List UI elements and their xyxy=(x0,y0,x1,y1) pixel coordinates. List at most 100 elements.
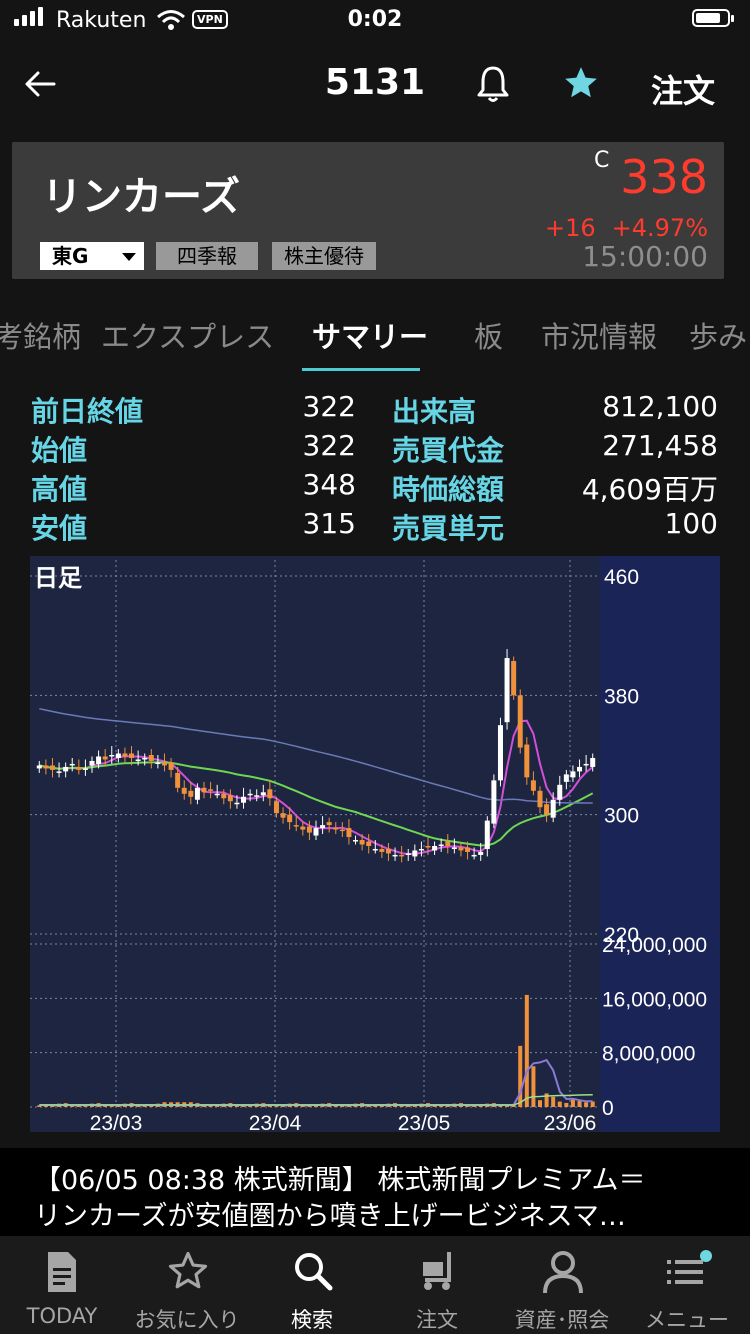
price-axis-label: 380 xyxy=(604,685,639,708)
bottom-tab-bar: TODAY お気に入り 検索 注文 資産･照会 メニュー xyxy=(0,1236,750,1334)
shikiho-button[interactable]: 四季報 xyxy=(156,242,258,270)
candle-body xyxy=(425,845,431,848)
candle-body xyxy=(148,755,154,761)
market-select[interactable]: 東G xyxy=(40,242,144,270)
candle-body xyxy=(524,744,530,778)
tab-related-stocks[interactable]: 考銘柄 xyxy=(0,314,81,356)
candle-body xyxy=(537,790,543,808)
news-ticker[interactable]: 【06/05 08:38 株式新聞】 株式新聞プレミアム＝ リンカーズが安値圏か… xyxy=(0,1148,750,1236)
price-change: +16 +4.97% xyxy=(529,214,708,242)
candle-body xyxy=(56,771,62,773)
candle-body xyxy=(76,766,82,770)
stat-label: 始値 xyxy=(31,434,88,467)
tab-trades[interactable]: 歩み xyxy=(689,314,747,356)
candle-body xyxy=(280,813,286,818)
candle-body xyxy=(129,753,135,758)
change-amount: +16 xyxy=(544,214,596,242)
chart-title: 日足 xyxy=(34,565,82,592)
candle-body xyxy=(142,757,148,760)
volume-bar xyxy=(564,1102,569,1107)
candle-body xyxy=(471,854,477,857)
price-axis-label: 300 xyxy=(604,805,639,828)
price-time: 15:00:00 xyxy=(582,240,708,273)
candle-body xyxy=(63,766,69,772)
current-price: 338 xyxy=(620,150,708,204)
search-icon xyxy=(295,1253,333,1291)
volume-bar xyxy=(577,1100,582,1107)
tabbar-assets[interactable]: 資産･照会 xyxy=(500,1236,624,1334)
stat-value: 4,609百万 xyxy=(581,473,718,506)
person-icon xyxy=(543,1251,583,1294)
candle-body xyxy=(359,840,365,845)
tabbar-label: メニュー xyxy=(645,1308,729,1332)
candle-body xyxy=(583,763,589,766)
clock: 0:02 xyxy=(347,7,403,32)
volume-axis-label: 16,000,000 xyxy=(602,988,707,1011)
price-axis-label: 460 xyxy=(604,566,639,589)
candle-body xyxy=(201,787,207,793)
candle-body xyxy=(491,780,497,824)
stat-value: 348 xyxy=(302,468,356,501)
volume-bar xyxy=(538,1100,542,1107)
candle-body xyxy=(155,762,161,764)
news-headline-line1: 【06/05 08:38 株式新聞】 株式新聞プレミアム＝ xyxy=(34,1165,646,1196)
candle-body xyxy=(465,847,471,852)
stock-name: リンカーズ xyxy=(42,174,240,220)
candle-body xyxy=(590,757,596,767)
shareholder-benefit-button[interactable]: 株主優待 xyxy=(272,242,376,270)
candle-body xyxy=(273,801,279,814)
stat-label: 出来高 xyxy=(392,395,477,428)
tab-market-info[interactable]: 市況情報 xyxy=(541,314,657,356)
volume-bar xyxy=(551,1096,556,1107)
candle-body xyxy=(320,825,326,829)
status-bar: Rakuten VPN 0:02 xyxy=(0,0,750,44)
candle-body xyxy=(300,826,306,830)
stat-label: 安値 xyxy=(31,512,88,545)
volume-bar xyxy=(531,1066,536,1107)
candle-body xyxy=(267,789,273,799)
candle-body xyxy=(438,844,444,846)
candle-body xyxy=(260,792,266,796)
tabbar-menu[interactable]: メニュー xyxy=(625,1236,749,1334)
stat-value: 315 xyxy=(302,507,356,540)
active-tab-indicator xyxy=(302,368,420,371)
bell-icon[interactable] xyxy=(476,64,510,104)
order-button[interactable]: 注文 xyxy=(651,66,715,112)
tab-express[interactable]: エクスプレス xyxy=(101,314,274,356)
candle-body xyxy=(379,848,385,852)
candle-body xyxy=(432,845,438,851)
daily-chart[interactable]: 460 380 300 220 24,000,000 16,000,000 8,000,00… xyxy=(30,556,720,1135)
candle-body xyxy=(168,762,174,770)
candle-body xyxy=(405,853,411,855)
tab-summary[interactable]: サマリー xyxy=(312,314,428,356)
candle-body xyxy=(227,795,233,802)
star-icon[interactable] xyxy=(562,64,600,102)
candle-body xyxy=(326,822,332,826)
tabbar-order[interactable]: 注文 xyxy=(375,1236,499,1334)
x-axis-label: 23/03 xyxy=(90,1112,143,1132)
candle-body xyxy=(550,799,556,818)
candle-body xyxy=(346,828,352,838)
candle-body xyxy=(247,793,253,796)
candle-body xyxy=(484,820,490,849)
volume-bar xyxy=(570,1098,575,1107)
x-axis-label: 23/06 xyxy=(544,1112,597,1132)
stock-card: リンカーズ C 338 +16 +4.97% 15:00:00 東G 四季報 株主… xyxy=(12,142,724,279)
candle-body xyxy=(451,847,457,849)
tabbar-label: TODAY xyxy=(26,1304,98,1328)
tabbar-favorites[interactable]: お気に入り xyxy=(125,1236,249,1334)
tabbar-search[interactable]: 検索 xyxy=(250,1236,374,1334)
tab-strip: 考銘柄 エクスプレス サマリー 板 市況情報 歩み xyxy=(0,296,750,376)
candle-body xyxy=(339,829,345,832)
tab-board[interactable]: 板 xyxy=(474,314,503,356)
tabbar-today[interactable]: TODAY xyxy=(0,1236,124,1334)
candle-body xyxy=(115,753,121,758)
volume-bar xyxy=(557,1101,562,1107)
stat-value: 812,100 xyxy=(602,390,718,423)
stat-value: 322 xyxy=(302,429,356,462)
volume-axis-label: 24,000,000 xyxy=(602,934,707,957)
candle-body xyxy=(102,756,108,760)
tabbar-label: お気に入り xyxy=(134,1308,240,1332)
candle-body xyxy=(313,828,319,836)
candle-body xyxy=(530,780,536,791)
